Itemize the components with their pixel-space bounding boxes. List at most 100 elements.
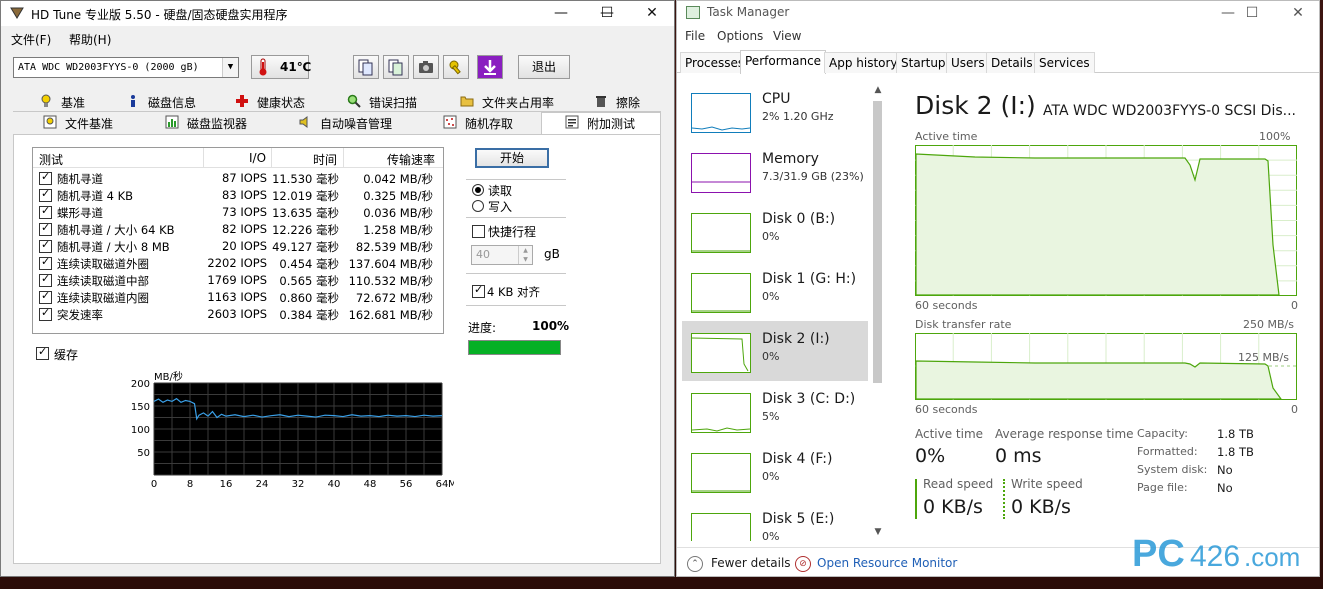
copy-text-button[interactable] (353, 55, 379, 79)
test-checkbox[interactable] (39, 187, 52, 202)
exit-button[interactable]: 退出 (518, 55, 570, 79)
resource-item[interactable]: Disk 3 (C: D:) 5% (682, 381, 868, 441)
test-checkbox[interactable] (39, 221, 52, 236)
table-row: 突发速率 2603 IOPS 0.384 毫秒 162.681 MB/秒 (33, 306, 443, 323)
tm-maximize-button[interactable]: ☐ (1229, 1, 1275, 26)
resource-item[interactable]: CPU 2% 1.20 GHz (682, 81, 868, 141)
tab-label: 自动噪音管理 (320, 117, 393, 131)
test-checkbox[interactable] (39, 272, 52, 287)
screenshot-button[interactable] (413, 55, 439, 79)
resource-item[interactable]: Disk 5 (E:) 0% (682, 501, 868, 541)
chevron-down-icon[interactable]: ▼ (222, 58, 238, 77)
copy-all-button[interactable] (383, 55, 409, 79)
temperature-display: 41℃ (251, 55, 311, 79)
table-row: 连续读取磁道内圈 1163 IOPS 0.860 毫秒 72.672 MB/秒 (33, 289, 443, 306)
quick-stroke-size-value: 40 (476, 248, 490, 261)
tab-details[interactable]: Details (986, 52, 1038, 73)
tab-services[interactable]: Services (1034, 52, 1095, 73)
y-tick-label: 50 (137, 448, 150, 459)
test-name: 随机寻道 / 大小 64 KB (57, 223, 175, 237)
resource-usage: 7.3/31.9 GB (23%) (762, 170, 864, 183)
scrollbar-thumb[interactable] (873, 101, 882, 383)
quick-stroke-unit: gB (544, 247, 560, 261)
test-checkbox[interactable] (39, 306, 52, 321)
write-radio[interactable] (472, 200, 484, 212)
read-label: 读取 (488, 184, 513, 198)
maximize-button[interactable]: ☐ (584, 1, 630, 26)
stat-avg-response-label: Average response time (995, 427, 1134, 441)
hdtune-app-icon (10, 7, 24, 19)
quick-stroke-size-input[interactable]: 40 ▲ ▼ (471, 245, 533, 265)
tab-label: 文件夹占用率 (482, 96, 555, 110)
resource-thumbnail (691, 93, 751, 133)
y-tick-label: 200 (131, 379, 150, 390)
tab-app-history[interactable]: App history (824, 52, 903, 73)
test-time: 13.635 毫秒 (272, 206, 339, 220)
start-button[interactable]: 开始 (475, 148, 549, 168)
resource-item[interactable]: Memory 7.3/31.9 GB (23%) (682, 141, 868, 201)
x-tick-label: 0 (151, 479, 157, 490)
active-time-zero: 0 (1291, 299, 1298, 312)
resource-item[interactable]: Disk 2 (I:) 0% (682, 321, 868, 381)
lightbulb-icon (41, 94, 51, 107)
test-io: 73 IOPS (222, 205, 267, 219)
spin-arrows-icon[interactable]: ▲ ▼ (518, 246, 532, 264)
menu-file[interactable]: 文件(F) (11, 31, 51, 48)
chevron-up-icon[interactable]: ⌃ (687, 556, 703, 572)
test-checkbox[interactable] (39, 170, 52, 185)
resource-list-scrollbar[interactable]: ▲ ▼ (870, 85, 886, 541)
tm-menu-options[interactable]: Options (717, 29, 763, 43)
menu-help[interactable]: 帮助(H) (69, 31, 111, 48)
tab-processes[interactable]: Processes (680, 52, 750, 73)
thumbnail-sparkline (692, 514, 750, 541)
minimize-button[interactable]: — (538, 1, 584, 26)
tm-close-button[interactable]: ✕ (1275, 1, 1321, 26)
test-checkbox[interactable] (39, 238, 52, 253)
test-checkbox[interactable] (39, 204, 52, 219)
test-time: 0.384 毫秒 (279, 308, 339, 322)
stat-system-disk-value: No (1217, 463, 1233, 477)
test-name: 连续读取磁道内圈 (57, 291, 149, 305)
resource-item[interactable]: Disk 0 (B:) 0% (682, 201, 868, 261)
save-button[interactable] (477, 55, 503, 79)
quick-stroke-checkbox[interactable] (472, 225, 485, 238)
test-rate: 0.042 MB/秒 (363, 172, 433, 186)
drive-select[interactable]: ATA WDC WD2003FYYS-0 (2000 gB) ▼ (13, 57, 239, 78)
tab-row-bottom: 文件基准 磁盘监视器 自动噪音管理 随机存取 附加测试 (13, 112, 661, 134)
options-button[interactable] (443, 55, 469, 79)
cache-checkbox[interactable] (36, 345, 49, 360)
tab-users[interactable]: Users (946, 52, 990, 73)
test-time: 12.226 毫秒 (272, 223, 339, 237)
resource-item[interactable]: Disk 4 (F:) 0% (682, 441, 868, 501)
test-name: 突发速率 (57, 308, 103, 322)
tab-performance[interactable]: Performance (740, 50, 827, 74)
resource-item[interactable]: Disk 1 (G: H:) 0% (682, 261, 868, 321)
fewer-details-link[interactable]: Fewer details (711, 556, 791, 570)
scroll-up-icon[interactable]: ▲ (872, 85, 884, 95)
align-4kb-label: 4 KB 对齐 (487, 285, 541, 299)
open-resource-monitor-link[interactable]: Open Resource Monitor (817, 556, 957, 570)
align-4kb-checkbox[interactable] (472, 283, 485, 298)
transfer-rate-max: 250 MB/s (1243, 318, 1294, 331)
test-checkbox[interactable] (39, 255, 52, 270)
tab-startup[interactable]: Startup (896, 52, 951, 73)
resource-thumbnail (691, 393, 751, 433)
close-button[interactable]: ✕ (629, 1, 675, 26)
thumbnail-sparkline (691, 126, 751, 131)
extra-tests-panel: 测试 I/O 时间 传输速率 随机寻道 87 IOPS 11.530 毫秒 0.042… (13, 134, 661, 564)
table-row: 连续读取磁道外圈 2202 IOPS 0.454 毫秒 137.604 MB/秒 (33, 255, 443, 272)
resource-usage: 0% (762, 350, 780, 363)
disk-detail-panel: Disk 2 (I:) ATA WDC WD2003FYYS-0 SCSI Di… (913, 87, 1303, 537)
test-checkbox[interactable] (39, 289, 52, 304)
magnifier-icon (347, 94, 361, 108)
copy-all-icon (388, 59, 403, 76)
read-radio[interactable] (472, 184, 484, 196)
tm-menu-file[interactable]: File (685, 29, 705, 43)
thumbnail-sparkline (691, 427, 751, 432)
scroll-down-icon[interactable]: ▼ (872, 527, 884, 537)
x-tick-label: 8 (187, 479, 193, 490)
test-time: 0.860 毫秒 (279, 291, 339, 305)
tm-menubar: File Options View (677, 26, 1319, 48)
tm-menu-view[interactable]: View (773, 29, 801, 43)
extra-tests-icon (565, 115, 579, 129)
